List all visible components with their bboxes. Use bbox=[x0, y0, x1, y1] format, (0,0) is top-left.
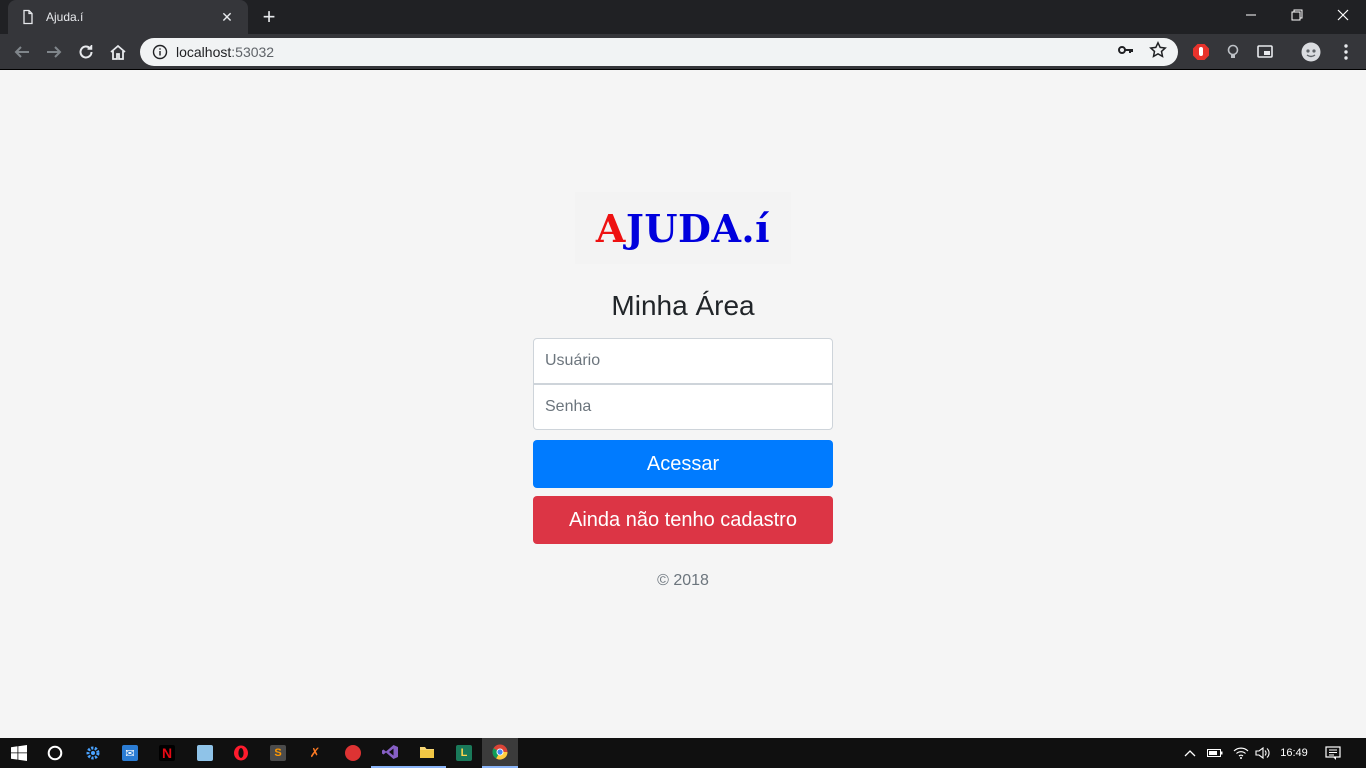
taskbar-settings[interactable] bbox=[74, 738, 112, 768]
taskbar-notepad[interactable] bbox=[186, 738, 224, 768]
taskbar-xampp[interactable]: ✗ bbox=[296, 738, 334, 768]
cortana-button[interactable] bbox=[36, 738, 74, 768]
start-button[interactable] bbox=[0, 738, 38, 768]
lightbulb-icon bbox=[1227, 44, 1239, 58]
tray-notifications[interactable] bbox=[1322, 738, 1344, 768]
tray-wifi[interactable] bbox=[1230, 738, 1252, 768]
logo-letter-a: A bbox=[595, 205, 626, 251]
site-logo: AJUDA.í bbox=[575, 192, 791, 264]
bird-app-icon bbox=[345, 745, 361, 761]
xampp-icon: ✗ bbox=[309, 745, 321, 760]
tray-chevron-button[interactable] bbox=[1180, 738, 1200, 768]
profile-avatar[interactable] bbox=[1301, 42, 1321, 62]
signup-button[interactable]: Ainda não tenho cadastro bbox=[533, 496, 833, 544]
folder-icon bbox=[420, 747, 434, 758]
taskbar-opera[interactable] bbox=[222, 738, 260, 768]
forward-button[interactable] bbox=[42, 40, 66, 64]
document-icon bbox=[23, 9, 33, 25]
visual-studio-icon bbox=[382, 745, 398, 759]
sublime-icon: S bbox=[270, 745, 286, 761]
opera-icon bbox=[234, 745, 248, 761]
taskbar-bird-app[interactable] bbox=[334, 738, 372, 768]
url-port: :53032 bbox=[231, 44, 275, 60]
page-title: Minha Área bbox=[611, 290, 755, 321]
logo-rest: JUDA.í bbox=[625, 205, 771, 251]
taskbar-outlook[interactable]: ✉ bbox=[111, 738, 149, 768]
adblock-extension[interactable] bbox=[1191, 42, 1211, 62]
outlook-icon: ✉ bbox=[122, 745, 138, 761]
taskbar-chrome[interactable] bbox=[482, 738, 518, 768]
address-bar[interactable]: localhost:53032 bbox=[140, 38, 1178, 66]
minimize-button[interactable] bbox=[1228, 0, 1274, 30]
tray-clock[interactable]: 16:49 bbox=[1276, 738, 1312, 768]
adblock-icon bbox=[1193, 44, 1209, 60]
home-icon bbox=[110, 44, 126, 60]
restore-icon bbox=[1291, 9, 1303, 21]
url-host: localhost bbox=[176, 44, 232, 60]
info-icon[interactable] bbox=[152, 44, 168, 60]
lightbulb-extension[interactable] bbox=[1223, 42, 1243, 62]
reload-icon bbox=[79, 45, 93, 59]
browser-tab[interactable]: Ajuda.í ✕ bbox=[8, 0, 248, 34]
login-page: AJUDA.í Minha Área Acessar Ainda não ten… bbox=[0, 70, 1366, 738]
chevron-up-icon bbox=[1184, 750, 1196, 757]
restore-button[interactable] bbox=[1274, 0, 1320, 30]
wifi-icon bbox=[1233, 747, 1249, 759]
battery-icon bbox=[1207, 749, 1223, 757]
tray-battery[interactable] bbox=[1204, 738, 1226, 768]
notepad-icon bbox=[197, 745, 213, 761]
back-button[interactable] bbox=[10, 40, 34, 64]
password-field[interactable] bbox=[533, 384, 833, 430]
chrome-icon bbox=[492, 744, 508, 760]
copyright-text: © 2018 bbox=[657, 572, 709, 589]
tab-title: Ajuda.í bbox=[46, 10, 84, 24]
star-icon bbox=[1149, 41, 1167, 58]
reload-button[interactable] bbox=[74, 40, 98, 64]
password-key-button[interactable] bbox=[1116, 40, 1136, 60]
login-button[interactable]: Acessar bbox=[533, 440, 833, 488]
browser-toolbar: localhost:53032 bbox=[0, 34, 1366, 70]
tab-close-icon[interactable]: ✕ bbox=[218, 9, 236, 26]
username-field[interactable] bbox=[533, 338, 833, 384]
new-tab-button[interactable]: + bbox=[258, 6, 280, 28]
minimize-icon bbox=[1246, 14, 1256, 16]
close-icon bbox=[1337, 9, 1349, 21]
picture-in-picture-icon bbox=[1257, 45, 1273, 58]
key-icon bbox=[1118, 46, 1133, 54]
picture-in-picture-extension[interactable] bbox=[1255, 42, 1275, 62]
kebab-menu-icon bbox=[1344, 44, 1348, 60]
arrow-right-icon bbox=[47, 46, 62, 58]
close-window-button[interactable] bbox=[1320, 0, 1366, 30]
taskbar-visual-studio[interactable] bbox=[371, 738, 409, 768]
notification-icon bbox=[1325, 746, 1341, 760]
l-app-icon: L bbox=[456, 745, 472, 761]
netflix-icon: N bbox=[159, 745, 175, 761]
windows-taskbar: ✉ N S ✗ L 16:49 bbox=[0, 738, 1366, 768]
arrow-left-icon bbox=[14, 46, 29, 58]
taskbar-sublime[interactable]: S bbox=[259, 738, 297, 768]
cortana-circle-icon bbox=[47, 745, 63, 761]
home-button[interactable] bbox=[106, 40, 130, 64]
taskbar-file-explorer[interactable] bbox=[408, 738, 446, 768]
avatar-icon bbox=[1301, 42, 1321, 62]
volume-icon bbox=[1255, 746, 1270, 760]
tray-volume[interactable] bbox=[1252, 738, 1274, 768]
windows-logo-icon bbox=[11, 745, 27, 761]
browser-tab-bar: Ajuda.í ✕ + bbox=[0, 0, 1366, 34]
gear-icon bbox=[86, 746, 100, 760]
taskbar-l-app[interactable]: L bbox=[445, 738, 483, 768]
taskbar-netflix[interactable]: N bbox=[148, 738, 186, 768]
chrome-menu-button[interactable] bbox=[1336, 42, 1356, 62]
bookmark-star-button[interactable] bbox=[1148, 40, 1168, 60]
